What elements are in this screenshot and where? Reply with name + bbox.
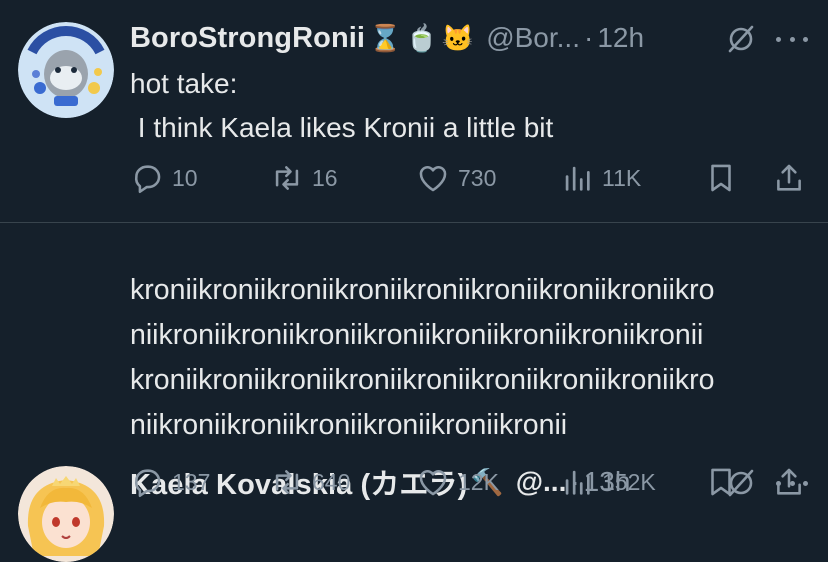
bookmark-icon bbox=[711, 468, 731, 496]
repost-count: 640 bbox=[312, 468, 351, 495]
avatar[interactable] bbox=[18, 22, 114, 118]
timestamp[interactable]: 12h bbox=[597, 22, 644, 54]
repost-icon bbox=[275, 470, 299, 494]
bookmark-icon bbox=[711, 164, 731, 192]
like-icon bbox=[419, 470, 447, 496]
share-button[interactable] bbox=[772, 462, 806, 502]
views-count: 11K bbox=[602, 164, 642, 191]
like-button[interactable]: 730 bbox=[416, 158, 496, 198]
reply-icon bbox=[134, 469, 161, 498]
action-bar: 10 16 730 11K bbox=[130, 158, 810, 198]
views-icon bbox=[565, 470, 590, 495]
views-button[interactable]: 152K bbox=[560, 462, 656, 502]
reply-icon bbox=[134, 165, 161, 194]
tweet[interactable]: Kaela Kovalskia (カエラ) 🔨 @... · 13h kroni… bbox=[0, 222, 828, 562]
tweet-text-line: niikroniikroniikroniikroniikroniikronii bbox=[130, 409, 568, 441]
tea-emoji: 🍵 bbox=[405, 22, 438, 53]
bookmark-button[interactable] bbox=[704, 158, 738, 198]
hourglass-emoji: ⌛ bbox=[369, 22, 402, 53]
separator-dot: · bbox=[584, 22, 594, 53]
action-bar: 137 640 12K 152K bbox=[130, 462, 810, 502]
share-button[interactable] bbox=[772, 158, 806, 198]
repost-button[interactable]: 16 bbox=[270, 158, 338, 198]
tweet-text-line: hot take: bbox=[130, 68, 238, 99]
views-button[interactable]: 11K bbox=[560, 158, 641, 198]
cat-emoji: 🐱 bbox=[441, 22, 475, 53]
reply-count: 137 bbox=[172, 468, 211, 495]
reply-count: 10 bbox=[172, 164, 198, 191]
grok-icon[interactable] bbox=[726, 24, 756, 54]
more-icon[interactable] bbox=[776, 24, 808, 54]
share-icon bbox=[777, 468, 801, 495]
bookmark-button[interactable] bbox=[704, 462, 738, 502]
tweet-text: hot take: I think Kaela likes Kronii a l… bbox=[130, 62, 810, 150]
tweet-text: kroniikroniikroniikroniikroniikroniikron… bbox=[130, 268, 810, 448]
tweet-text-line: I think Kaela likes Kronii a little bit bbox=[130, 112, 554, 143]
tweet-text-line: kroniikroniikroniikroniikroniikroniikron… bbox=[130, 364, 715, 396]
tweet-text-line: kroniikroniikroniikroniikroniikroniikron… bbox=[130, 274, 715, 306]
repost-button[interactable]: 640 bbox=[270, 462, 350, 502]
views-icon bbox=[565, 166, 590, 191]
display-name[interactable]: BoroStrongRonii bbox=[130, 22, 365, 55]
like-count: 12K bbox=[458, 468, 499, 495]
repost-icon bbox=[275, 166, 299, 190]
tweet[interactable]: BoroStrongRonii ⌛ 🍵 🐱 @Bor... · 12h hot … bbox=[0, 0, 828, 222]
handle[interactable]: @Bor... bbox=[486, 22, 580, 54]
views-count: 152K bbox=[602, 468, 656, 495]
like-icon bbox=[419, 166, 447, 192]
repost-count: 16 bbox=[312, 164, 338, 191]
like-button[interactable]: 12K bbox=[416, 462, 499, 502]
like-count: 730 bbox=[458, 164, 497, 191]
reply-button[interactable]: 137 bbox=[130, 462, 210, 502]
avatar[interactable] bbox=[18, 466, 114, 562]
share-icon bbox=[777, 164, 801, 191]
reply-button[interactable]: 10 bbox=[130, 158, 198, 198]
tweet-header: BoroStrongRonii ⌛ 🍵 🐱 @Bor... · 12h bbox=[130, 18, 644, 58]
tweet-text-line: niikroniikroniikroniikroniikroniikroniik… bbox=[130, 319, 704, 351]
